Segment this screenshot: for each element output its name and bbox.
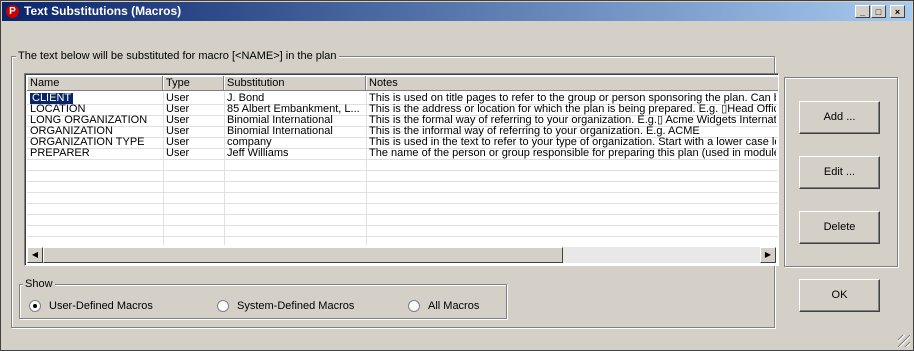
macro-list[interactable]: Name Type Substitution Notes CLIENT User… (24, 73, 779, 266)
table-row[interactable]: CLIENT User J. Bond This is used on titl… (27, 93, 778, 104)
cell-type: User (166, 126, 190, 137)
edit-button[interactable]: Edit ... (799, 156, 880, 189)
add-button[interactable]: Add ... (799, 101, 880, 134)
cell-name: LONG ORGANIZATION (30, 115, 148, 126)
ok-button[interactable]: OK (799, 279, 880, 312)
cell-name: LOCATION (30, 104, 86, 115)
cell-notes: This is the address or location for whic… (369, 104, 776, 115)
cell-substitution: company (227, 137, 272, 148)
cell-substitution: J. Bond (227, 93, 265, 104)
list-header: Name Type Substitution Notes (27, 76, 778, 92)
column-header-type[interactable]: Type (163, 76, 224, 91)
cell-notes: This is the formal way of referring to y… (369, 115, 776, 126)
cell-substitution: Binomial International (227, 115, 333, 126)
app-icon: P (6, 5, 19, 18)
cell-type: User (166, 148, 190, 159)
scroll-thumb[interactable] (43, 247, 563, 263)
radio-all-macros[interactable]: All Macros (408, 300, 479, 312)
window-title: Text Substitutions (Macros) (24, 4, 182, 18)
cell-name: ORGANIZATION (30, 126, 113, 137)
selected-cell-text: CLIENT (30, 93, 74, 104)
row-divider (27, 214, 778, 215)
radio-label: System-Defined Macros (237, 300, 355, 312)
column-header-notes[interactable]: Notes (366, 76, 778, 91)
radio-label: All Macros (428, 300, 480, 312)
cell-type: User (166, 115, 190, 126)
close-button[interactable]: × (890, 5, 905, 18)
radio-button[interactable] (29, 300, 41, 312)
cell-type: User (166, 104, 190, 115)
title-bar[interactable]: P Text Substitutions (Macros) _ □ × (2, 2, 912, 21)
horizontal-scrollbar[interactable]: ◀ ▶ (27, 247, 776, 263)
row-divider (27, 203, 778, 204)
maximize-button[interactable]: □ (871, 5, 886, 18)
table-row[interactable]: PREPARER User Jeff Williams The name of … (27, 148, 778, 159)
cell-name: ORGANIZATION TYPE (30, 137, 145, 148)
cell-name: PREPARER (30, 148, 90, 159)
row-divider (27, 170, 778, 171)
cell-substitution: Jeff Williams (227, 148, 289, 159)
minimize-button[interactable]: _ (855, 5, 870, 18)
cell-type: User (166, 137, 190, 148)
cell-notes: This is used on title pages to refer to … (369, 93, 776, 104)
scroll-right-icon[interactable]: ▶ (760, 247, 776, 263)
row-divider (27, 181, 778, 182)
radio-user-defined[interactable]: User-Defined Macros (29, 300, 153, 312)
cell-name: CLIENT (27, 93, 163, 104)
row-divider (27, 192, 778, 193)
radio-system-defined[interactable]: System-Defined Macros (217, 300, 354, 312)
table-row[interactable]: LOCATION User 85 Albert Embankment, L...… (27, 104, 778, 115)
cell-notes: This is used in the text to refer to you… (369, 137, 776, 148)
cell-notes: This is the informal way of referring to… (369, 126, 700, 137)
table-row[interactable]: ORGANIZATION TYPE User company This is u… (27, 137, 778, 148)
cell-substitution: 85 Albert Embankment, L... (227, 104, 360, 115)
delete-button[interactable]: Delete (799, 211, 880, 244)
table-row[interactable]: LONG ORGANIZATION User Binomial Internat… (27, 115, 778, 126)
macros-group-label: The text below will be substituted for m… (16, 50, 339, 62)
table-row[interactable]: ORGANIZATION User Binomial International… (27, 126, 778, 137)
row-divider (27, 159, 778, 160)
column-header-substitution[interactable]: Substitution (224, 76, 366, 91)
dialog-window: P Text Substitutions (Macros) _ □ × The … (0, 0, 914, 351)
cell-type: User (166, 93, 190, 104)
cell-notes: The name of the person or group responsi… (369, 148, 776, 159)
radio-button[interactable] (408, 300, 420, 312)
radio-button[interactable] (217, 300, 229, 312)
show-group-label: Show (23, 278, 55, 290)
radio-label: User-Defined Macros (49, 300, 153, 312)
column-header-name[interactable]: Name (27, 76, 163, 91)
cell-substitution: Binomial International (227, 126, 333, 137)
row-divider (27, 225, 778, 226)
resize-grip-icon[interactable] (898, 335, 910, 347)
scroll-left-icon[interactable]: ◀ (27, 247, 43, 263)
radio-selected-dot (33, 304, 37, 308)
row-divider (27, 236, 778, 237)
